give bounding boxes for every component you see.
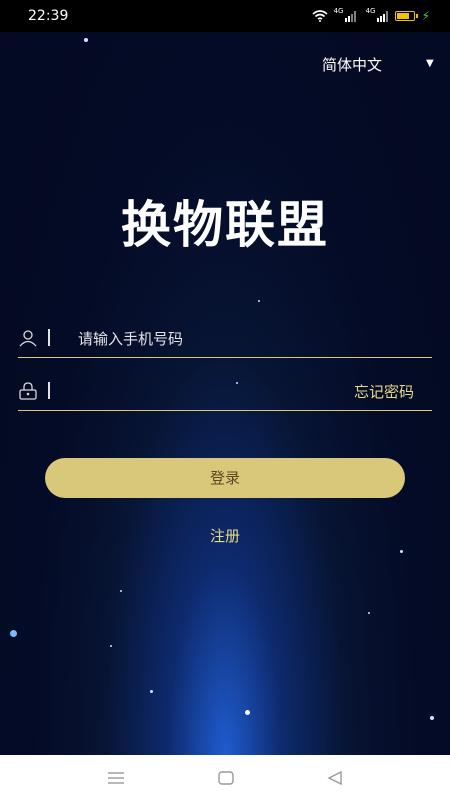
- language-selector[interactable]: 简体中文 ▼: [322, 54, 434, 75]
- status-bar: 22:39 4G 4G ⚡: [0, 0, 450, 32]
- forgot-password-link[interactable]: 忘记密码: [354, 381, 414, 402]
- status-time: 22:39: [28, 8, 69, 24]
- phone-input[interactable]: 请输入手机号码: [18, 322, 432, 358]
- login-button[interactable]: 登录: [45, 458, 405, 498]
- star: [400, 550, 403, 553]
- language-label: 简体中文: [322, 56, 383, 74]
- menu-icon[interactable]: [107, 771, 125, 785]
- signal-icon: 4G: [366, 7, 388, 22]
- star: [430, 716, 434, 720]
- star: [258, 300, 260, 302]
- home-icon[interactable]: [218, 770, 234, 785]
- navigation-bar: [0, 755, 450, 800]
- star: [368, 612, 370, 614]
- register-link[interactable]: 注册: [0, 525, 450, 546]
- text-cursor: [48, 382, 50, 399]
- caret-down-icon: ▼: [426, 58, 434, 69]
- user-icon: [19, 330, 37, 347]
- status-icons: 4G 4G ⚡: [312, 7, 430, 23]
- star: [10, 630, 17, 637]
- wifi-icon: [312, 10, 328, 22]
- star: [245, 710, 250, 715]
- back-icon[interactable]: [327, 770, 343, 785]
- password-input[interactable]: 忘记密码: [18, 375, 432, 411]
- signal-icon: 4G: [334, 7, 356, 22]
- battery-icon: [394, 11, 418, 21]
- lock-icon: [19, 382, 37, 400]
- text-cursor: [48, 329, 50, 346]
- star: [120, 590, 122, 592]
- star: [110, 645, 112, 647]
- phone-placeholder: 请输入手机号码: [78, 330, 184, 348]
- star: [150, 690, 153, 693]
- star: [84, 38, 88, 42]
- login-screen: 22:39 4G 4G ⚡ 简体中文 ▼ 换物联盟 请输入手机号码 忘记密码 登…: [0, 0, 450, 755]
- charging-icon: ⚡: [421, 9, 430, 23]
- app-title: 换物联盟: [121, 195, 329, 254]
